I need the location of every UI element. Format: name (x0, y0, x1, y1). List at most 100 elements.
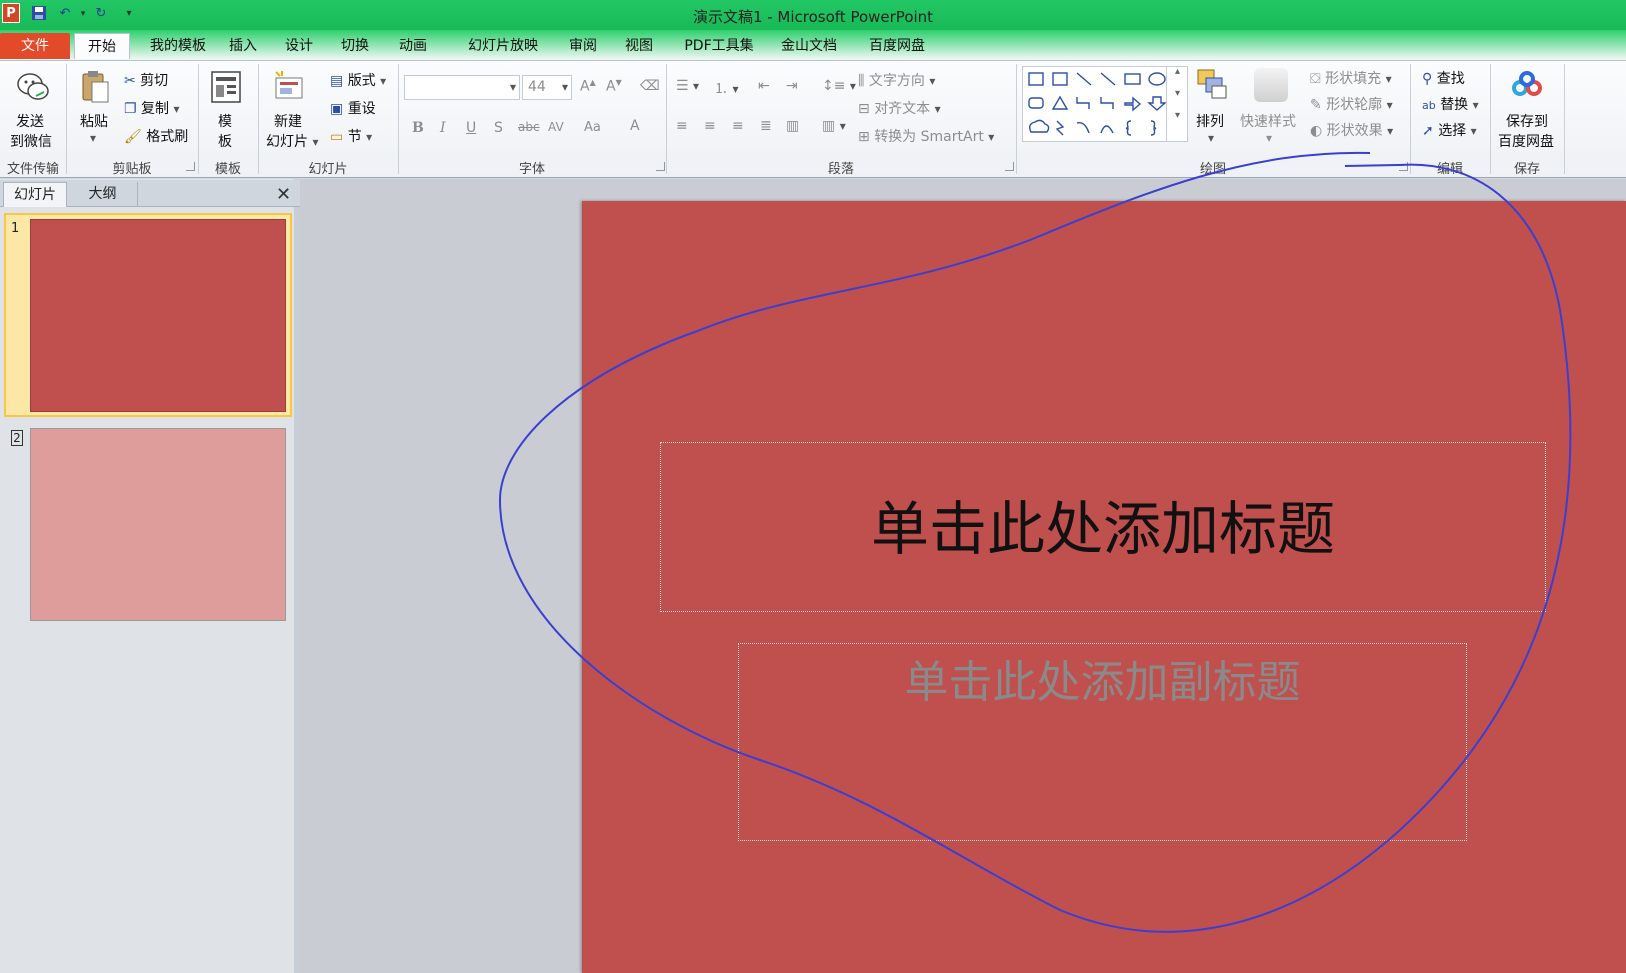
quick-styles-dropdown-icon[interactable]: ▾ (1266, 131, 1272, 145)
tab-insert[interactable]: 插入 (222, 33, 264, 59)
reset-button[interactable]: ▣ 重设 (330, 98, 376, 118)
arrange-icon[interactable] (1196, 68, 1230, 102)
tab-baidu-netdisk[interactable]: 百度网盘 (862, 33, 932, 59)
grow-font-icon[interactable]: A▲ (580, 78, 596, 95)
decrease-indent-icon[interactable]: ⇤ (758, 78, 770, 94)
cut-button[interactable]: ✂ 剪切 (124, 70, 168, 90)
quick-styles-icon[interactable] (1254, 68, 1288, 102)
replace-button[interactable]: ab 替换 ▾ (1422, 94, 1479, 114)
layout-button[interactable]: ▤ 版式 ▾ (330, 70, 386, 90)
find-button[interactable]: ⚲ 查找 (1422, 68, 1465, 88)
tab-pdf-tools[interactable]: PDF工具集 (676, 33, 762, 59)
layout-label: 版式 (347, 73, 376, 89)
paste-button[interactable]: 粘贴 (80, 111, 108, 131)
quick-styles-button[interactable]: 快速样式 (1240, 111, 1296, 131)
tab-my-templates[interactable]: 我的模板 (138, 33, 218, 59)
paragraph-dialog-launcher-icon[interactable] (1005, 162, 1014, 171)
save-to-baidu-button[interactable]: 保存到 (1506, 111, 1548, 131)
section-button[interactable]: ▭ 节 ▾ (330, 126, 372, 146)
new-slide-button[interactable]: 新建 (274, 111, 302, 131)
shape-fill-button[interactable]: ⛋ 形状填充 ▾ (1310, 68, 1392, 88)
clipboard-dialog-launcher-icon[interactable] (186, 162, 195, 171)
tab-home[interactable]: 开始 (74, 33, 130, 59)
reset-icon: ▣ (330, 101, 344, 117)
bullets-icon[interactable]: ☰ ▾ (676, 78, 699, 94)
group-separator (1490, 64, 1491, 174)
font-size-dropdown-icon[interactable]: ▾ (562, 80, 568, 94)
shape-effects-label: 形状效果 (1326, 123, 1383, 139)
tab-file[interactable]: 文件 (0, 33, 70, 59)
font-dialog-launcher-icon[interactable] (656, 162, 665, 171)
tab-slides-pane[interactable]: 幻灯片 (3, 182, 67, 207)
change-case-button[interactable]: Aa (584, 120, 601, 135)
wechat-icon[interactable] (16, 70, 50, 104)
distributed-icon[interactable]: ▥ (786, 118, 799, 134)
format-painter-label: 格式刷 (146, 129, 189, 145)
subtitle-placeholder-text[interactable]: 单击此处添加副标题 (738, 646, 1467, 710)
group-label-save: 保存 (1513, 162, 1540, 177)
slide-thumbnail-1[interactable] (30, 219, 286, 412)
character-spacing-button[interactable]: AV (548, 120, 564, 134)
group-label-slides: 幻灯片 (308, 162, 348, 177)
reset-label: 重设 (347, 101, 376, 117)
template-button[interactable]: 模 (218, 111, 232, 131)
slide-number-1: 1 (11, 221, 20, 236)
font-name-combobox[interactable] (404, 75, 520, 100)
textbox-shape-icon (1028, 72, 1044, 86)
font-name-dropdown-icon[interactable]: ▾ (510, 80, 516, 94)
shapes-gallery[interactable] (1022, 66, 1188, 142)
tab-view[interactable]: 视图 (618, 33, 660, 59)
arrange-button[interactable]: 排列 (1196, 111, 1224, 131)
italic-button[interactable]: I (440, 120, 446, 136)
tab-animations[interactable]: 动画 (392, 33, 434, 59)
paste-dropdown-icon[interactable]: ▾ (90, 131, 96, 145)
align-center-icon[interactable]: ≡ (704, 118, 716, 134)
increase-indent-icon[interactable]: ⇥ (786, 78, 798, 94)
tab-design[interactable]: 设计 (278, 33, 320, 59)
align-right-icon[interactable]: ≡ (732, 118, 744, 134)
shadow-button[interactable]: S (494, 120, 503, 136)
tab-slide-show[interactable]: 幻灯片放映 (448, 33, 558, 59)
new-slide-icon[interactable] (272, 70, 306, 104)
title-placeholder-text[interactable]: 单击此处添加标题 (660, 482, 1546, 566)
slide-thumbnail-2[interactable] (30, 428, 286, 621)
shape-effects-button[interactable]: ◐ 形状效果 ▾ (1310, 120, 1393, 140)
baidu-netdisk-icon[interactable] (1510, 70, 1544, 100)
text-direction-button[interactable]: ⫼ 文字方向 ▾ (858, 70, 935, 90)
tab-outline-pane[interactable]: 大纲 (68, 182, 138, 207)
bold-button[interactable]: B (412, 120, 424, 136)
group-separator (398, 64, 399, 174)
select-button[interactable]: ➚ 选择 ▾ (1422, 120, 1477, 140)
align-text-button[interactable]: ⊟ 对齐文本 ▾ (858, 98, 941, 118)
copy-button[interactable]: ❐ 复制 ▾ (124, 98, 180, 118)
close-pane-icon[interactable]: ✕ (276, 184, 291, 205)
clear-formatting-icon[interactable]: ⌫ (640, 78, 660, 94)
drawing-dialog-launcher-icon[interactable] (1399, 162, 1408, 171)
text-direction-icon: ⫼ (858, 73, 865, 89)
underline-button[interactable]: U (466, 120, 476, 136)
shape-effects-icon: ◐ (1310, 123, 1323, 139)
shapes-gallery-scroll[interactable]: ▴ ▾ ▾ (1166, 66, 1188, 142)
template-icon[interactable] (210, 70, 242, 104)
group-separator (198, 64, 199, 174)
numbering-icon[interactable]: ⒈ ▾ (714, 78, 738, 98)
paste-icon[interactable] (80, 70, 110, 104)
shape-outline-button[interactable]: ✎ 形状轮廓 ▾ (1310, 94, 1393, 114)
line-spacing-icon[interactable]: ↕≡ ▾ (822, 78, 856, 94)
shrink-font-icon[interactable]: A▼ (606, 78, 622, 95)
align-left-icon[interactable]: ≡ (676, 118, 688, 134)
send-to-wechat-label: 到微信 (10, 134, 52, 150)
arrange-dropdown-icon[interactable]: ▾ (1208, 131, 1214, 145)
convert-smartart-button[interactable]: ⊞ 转换为 SmartArt ▾ (858, 126, 994, 146)
justify-icon[interactable]: ≣ (760, 118, 772, 134)
strikethrough-button[interactable]: abc (518, 120, 540, 134)
font-color-button[interactable]: A (630, 118, 640, 134)
tab-transitions[interactable]: 切换 (334, 33, 376, 59)
tab-review[interactable]: 审阅 (562, 33, 604, 59)
columns-icon[interactable]: ▥ ▾ (822, 118, 846, 134)
send-to-wechat-button[interactable]: 发送 (16, 111, 44, 131)
group-separator (66, 64, 67, 174)
tab-kingsoft-docs[interactable]: 金山文档 (774, 33, 844, 59)
format-painter-button[interactable]: 🖌 格式刷 (124, 126, 188, 146)
text-direction-label: 文字方向 (868, 73, 925, 89)
